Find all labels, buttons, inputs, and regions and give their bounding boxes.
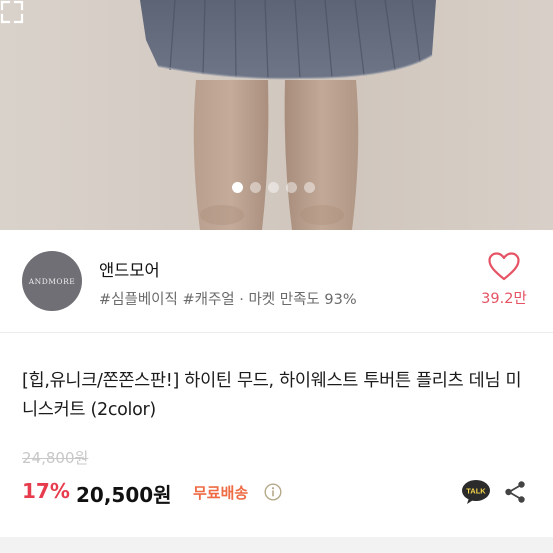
seller-section: ANDMORE 앤드모어 #심플베이직 #캐주얼 · 마켓 만족도 93% 39… <box>0 230 553 332</box>
talk-icon[interactable]: TALK <box>461 479 491 505</box>
like-button[interactable]: 39.2만 <box>476 252 532 308</box>
original-price: 24,800원 <box>22 449 89 467</box>
carousel-dot[interactable] <box>232 182 243 193</box>
info-icon[interactable] <box>264 483 282 501</box>
talk-label: TALK <box>466 486 486 495</box>
like-count: 39.2만 <box>481 291 527 307</box>
carousel-indicator <box>232 182 315 193</box>
store-logo[interactable]: ANDMORE <box>22 251 82 311</box>
heart-icon <box>488 252 520 281</box>
store-logo-text: ANDMORE <box>28 276 76 286</box>
expand-icon[interactable] <box>0 0 24 24</box>
sale-price: 20,500원 <box>76 483 172 507</box>
free-shipping-badge: 무료배송 <box>193 484 249 502</box>
divider <box>0 332 553 333</box>
carousel-dot[interactable] <box>268 182 279 193</box>
section-divider <box>0 537 553 553</box>
share-icon[interactable] <box>503 480 527 504</box>
store-name[interactable]: 앤드모어 <box>99 257 160 281</box>
discount-rate: 17% <box>22 479 70 503</box>
carousel-dot[interactable] <box>304 182 315 193</box>
store-tags: #심플베이직 #캐주얼 · 마켓 만족도 93% <box>99 292 357 308</box>
carousel-dot[interactable] <box>286 182 297 193</box>
product-title: [힙,유니크/쫀쫀스판!] 하이틴 무드, 하이웨스트 투버튼 플리츠 데님 미… <box>22 371 522 420</box>
carousel-dot[interactable] <box>250 182 261 193</box>
product-photo-drawing <box>140 0 436 230</box>
product-image[interactable] <box>0 0 553 230</box>
